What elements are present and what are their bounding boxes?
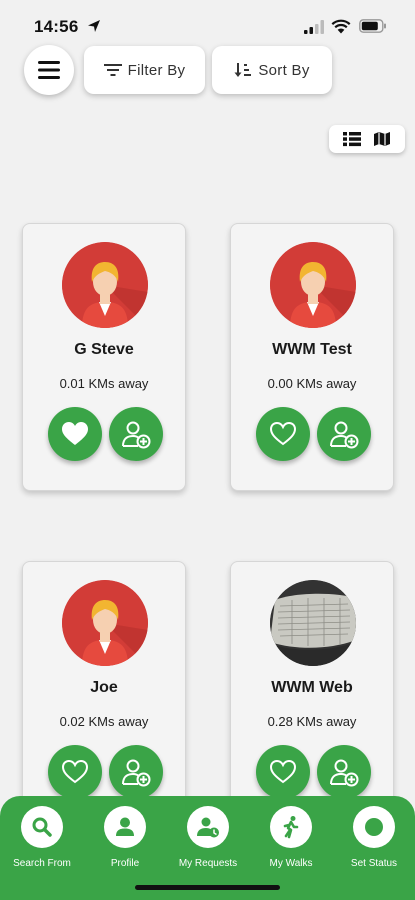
nav-item-profile[interactable]: Profile bbox=[83, 806, 167, 869]
person-avatar-icon bbox=[270, 242, 356, 328]
sort-button[interactable]: Sort By bbox=[212, 46, 332, 94]
status-time: 14:56 bbox=[34, 17, 79, 36]
person-avatar-icon bbox=[62, 580, 148, 666]
walker-card[interactable]: Joe 0.02 KMs away bbox=[22, 561, 186, 829]
filter-label: Filter By bbox=[127, 61, 186, 79]
cellular-signal-icon bbox=[304, 20, 324, 34]
avatar bbox=[62, 242, 148, 328]
add-user-icon bbox=[122, 421, 151, 449]
nav-label: Set Status bbox=[350, 858, 398, 869]
walker-distance: 0.00 KMs away bbox=[267, 376, 357, 391]
home-indicator bbox=[135, 885, 280, 890]
walker-card[interactable]: G Steve 0.01 KMs away bbox=[22, 223, 186, 491]
filter-button[interactable]: Filter By bbox=[84, 46, 205, 94]
avatar bbox=[62, 580, 148, 666]
photo-avatar-image bbox=[270, 580, 356, 666]
location-arrow-icon bbox=[88, 20, 100, 32]
avatar bbox=[270, 242, 356, 328]
nav-item-set-status[interactable]: Set Status bbox=[332, 806, 415, 869]
list-view-icon[interactable] bbox=[343, 131, 361, 147]
walker-name: Joe bbox=[90, 679, 118, 696]
favorite-button[interactable] bbox=[48, 745, 102, 799]
walker-name: WWM Web bbox=[271, 679, 353, 696]
heart-outline-icon bbox=[269, 759, 297, 784]
add-friend-button[interactable] bbox=[109, 745, 163, 799]
add-user-icon bbox=[330, 421, 359, 449]
favorite-button[interactable] bbox=[256, 745, 310, 799]
status-icon bbox=[365, 818, 383, 836]
nav-label: My Requests bbox=[178, 858, 238, 869]
add-user-icon bbox=[122, 759, 151, 787]
map-view-icon[interactable] bbox=[373, 131, 391, 147]
menu-button[interactable] bbox=[24, 45, 74, 95]
favorite-button[interactable] bbox=[256, 407, 310, 461]
avatar bbox=[270, 580, 356, 666]
sort-icon bbox=[234, 63, 252, 77]
nav-icon-circle bbox=[104, 806, 146, 848]
battery-icon bbox=[359, 19, 386, 33]
nav-icon-circle bbox=[353, 806, 395, 848]
person-icon bbox=[116, 817, 134, 836]
add-friend-button[interactable] bbox=[109, 407, 163, 461]
nav-item-my-requests[interactable]: My Requests bbox=[166, 806, 250, 869]
nav-item-search-from[interactable]: Search From bbox=[0, 806, 84, 869]
nav-icon-circle bbox=[270, 806, 312, 848]
nav-label: My Walks bbox=[269, 858, 313, 869]
nav-label: Profile bbox=[110, 858, 140, 869]
view-toggle[interactable] bbox=[329, 125, 405, 153]
favorite-button[interactable] bbox=[48, 407, 102, 461]
walker-distance: 0.02 KMs away bbox=[59, 714, 149, 729]
walker-distance: 0.28 KMs away bbox=[267, 714, 357, 729]
filter-icon bbox=[103, 64, 122, 76]
status-bar: 14:56 bbox=[0, 0, 415, 48]
walker-card[interactable]: WWM Test 0.00 KMs away bbox=[230, 223, 394, 491]
add-user-icon bbox=[330, 759, 359, 787]
walker-name: G Steve bbox=[74, 341, 134, 358]
nav-icon-circle bbox=[21, 806, 63, 848]
walker-name: WWM Test bbox=[272, 341, 352, 358]
walker-card[interactable]: WWM Web 0.28 KMs away bbox=[230, 561, 394, 829]
add-friend-button[interactable] bbox=[317, 407, 371, 461]
nav-icon-circle bbox=[187, 806, 229, 848]
requests-icon bbox=[197, 817, 219, 838]
walk-icon bbox=[283, 816, 299, 839]
heart-outline-icon bbox=[269, 421, 297, 446]
wifi-icon bbox=[331, 19, 351, 34]
walker-distance: 0.01 KMs away bbox=[59, 376, 149, 391]
heart-filled-icon bbox=[62, 422, 88, 445]
search-icon bbox=[32, 817, 52, 837]
heart-outline-icon bbox=[61, 759, 89, 784]
sort-label: Sort By bbox=[258, 61, 310, 79]
person-avatar-icon bbox=[62, 242, 148, 328]
nav-label: Search From bbox=[13, 858, 71, 869]
hamburger-icon bbox=[38, 61, 60, 79]
add-friend-button[interactable] bbox=[317, 745, 371, 799]
nav-item-my-walks[interactable]: My Walks bbox=[249, 806, 333, 869]
